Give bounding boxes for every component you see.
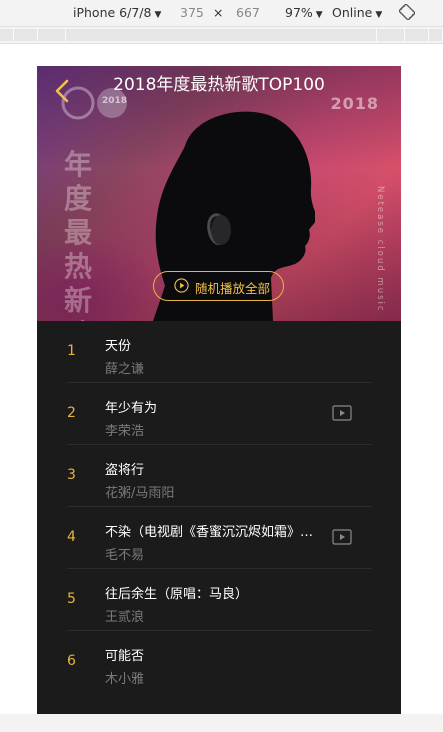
media-query-ruler[interactable] <box>0 26 443 44</box>
song-rank: 4 <box>67 529 76 545</box>
width-input[interactable]: 375 <box>180 5 204 20</box>
zoom-value: 97% <box>285 5 313 20</box>
song-row[interactable]: 5 往后余生（原唱：马良） 王贰浪 <box>37 569 401 631</box>
song-artist: 毛不易 <box>105 548 145 563</box>
hero-vertical-text: 年度最热新歌 <box>63 148 92 321</box>
song-rank: 5 <box>67 591 76 607</box>
mv-play-icon[interactable] <box>332 529 352 545</box>
height-input[interactable]: 667 <box>236 5 260 20</box>
song-list: 1 天份 薛之谦 2 年少有为 李荣浩 3 盗将行 花粥/马雨阳 4 不染（电视… <box>37 321 401 693</box>
hero-logo-year: 2018 <box>102 96 128 106</box>
ruler-segment[interactable] <box>38 29 66 41</box>
back-button[interactable] <box>51 78 77 104</box>
song-rank: 3 <box>67 467 76 483</box>
ruler-segment[interactable] <box>66 29 377 41</box>
hero-banner: 2018 2018 年度最热新歌 Netease cloud music 201… <box>37 66 401 321</box>
song-artist: 花粥/马雨阳 <box>105 486 175 501</box>
song-row[interactable]: 4 不染（电视剧《香蜜沉沉烬如霜》片尾曲） 毛不易 <box>37 507 401 569</box>
device-viewport: 2018 2018 年度最热新歌 Netease cloud music 201… <box>37 66 401 714</box>
ruler-segment[interactable] <box>429 29 443 41</box>
hero-side-text: Netease cloud music <box>375 186 385 313</box>
song-title: 可能否 <box>105 649 145 664</box>
song-title: 往后余生（原唱：马良） <box>105 587 249 602</box>
ruler-segment[interactable] <box>377 29 405 41</box>
zoom-caret-icon: ▼ <box>315 10 323 20</box>
network-value: Online <box>332 5 373 20</box>
shuffle-play-all-button[interactable]: 随机播放全部 <box>153 271 284 301</box>
song-row[interactable]: 1 天份 薛之谦 <box>37 321 401 383</box>
play-circle-icon <box>174 278 189 293</box>
device-caret-icon: ▼ <box>154 10 162 20</box>
song-row[interactable]: 2 年少有为 李荣浩 <box>37 383 401 445</box>
ruler-segment[interactable] <box>405 29 429 41</box>
song-title: 不染（电视剧《香蜜沉沉烬如霜》片尾曲） <box>105 525 315 540</box>
rotate-icon[interactable] <box>398 3 416 23</box>
mv-play-icon[interactable] <box>332 405 352 421</box>
song-artist: 李荣浩 <box>105 424 145 439</box>
song-rank: 2 <box>67 405 76 421</box>
device-name: iPhone 6/7/8 <box>73 5 152 20</box>
song-row[interactable]: 6 可能否 木小雅 <box>37 631 401 693</box>
song-artist: 薛之谦 <box>105 362 145 377</box>
song-rank: 1 <box>67 343 76 359</box>
network-select[interactable]: Online ▼ <box>332 5 382 20</box>
hero-year: 2018 <box>330 94 379 113</box>
song-title: 盗将行 <box>105 463 145 478</box>
network-caret-icon: ▼ <box>375 10 383 20</box>
song-artist: 王贰浪 <box>105 610 145 625</box>
song-rank: 6 <box>67 653 76 669</box>
times-icon: × <box>213 5 224 20</box>
zoom-select[interactable]: 97% ▼ <box>285 5 323 20</box>
page-title: 2018年度最热新歌TOP100 <box>113 75 325 95</box>
ruler-segment[interactable] <box>0 29 14 41</box>
devtools-toolbar: iPhone 6/7/8 ▼ 375 × 667 97% ▼ Online ▼ <box>0 0 443 26</box>
device-select[interactable]: iPhone 6/7/8 ▼ <box>73 5 161 20</box>
song-artist: 木小雅 <box>105 672 145 687</box>
devtools-bottom-area <box>0 714 443 732</box>
chevron-left-icon <box>55 79 69 103</box>
song-title: 年少有为 <box>105 401 158 416</box>
song-row[interactable]: 3 盗将行 花粥/马雨阳 <box>37 445 401 507</box>
ruler-segment[interactable] <box>14 29 38 41</box>
song-title: 天份 <box>105 339 132 354</box>
play-all-label: 随机播放全部 <box>195 281 271 296</box>
